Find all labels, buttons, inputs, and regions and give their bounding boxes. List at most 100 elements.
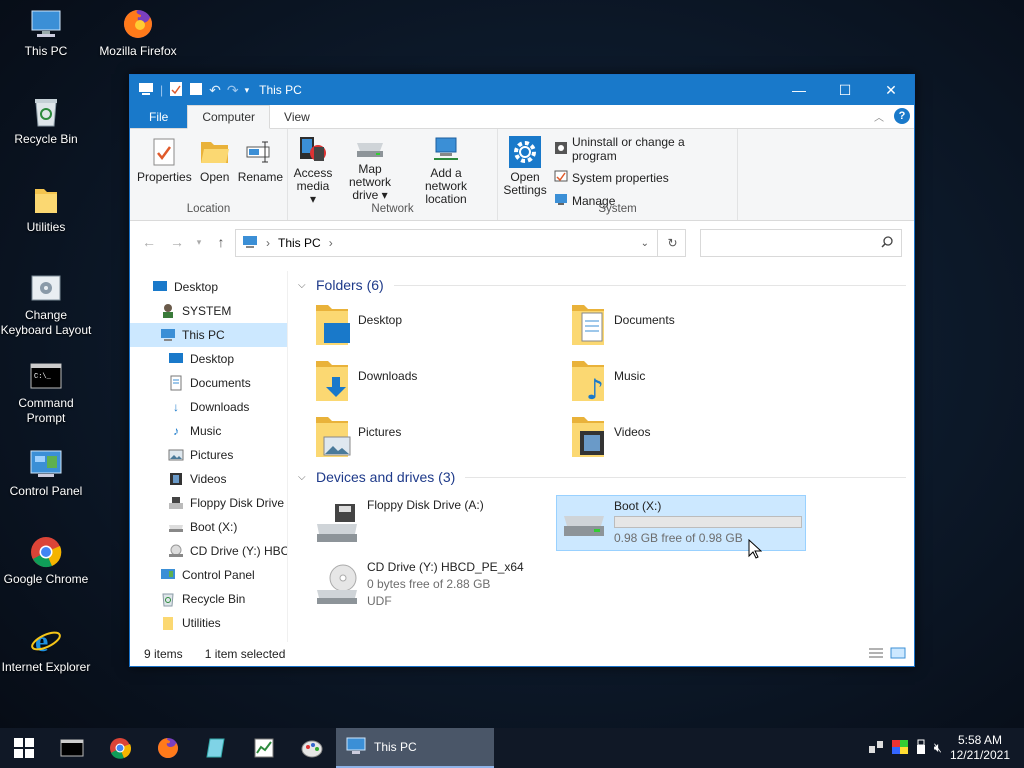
folder-documents[interactable]: Documents [568, 303, 824, 347]
volume-muted-icon[interactable]: 🔇︎ [934, 740, 942, 756]
uninstall-program-button[interactable]: Uninstall or change a program [554, 135, 727, 163]
nav-item-boot-drive[interactable]: Boot (X:) [130, 515, 287, 539]
folders-grid: Desktop Documents Downloads ♪ Music Pict… [298, 297, 914, 459]
desktop-icon-keyboard-layout[interactable]: Change Keyboard Layout [0, 272, 92, 338]
close-button[interactable]: ✕ [868, 75, 914, 105]
taskbar-task-manager[interactable] [240, 728, 288, 768]
recent-locations-button[interactable]: ▾ [194, 231, 204, 253]
map-network-drive-button[interactable]: Map network drive ▾ [334, 133, 406, 203]
network-icon[interactable] [868, 740, 884, 757]
taskbar-active-explorer[interactable]: This PC [336, 728, 494, 768]
desktop-icon-chrome[interactable]: Google Chrome [0, 536, 92, 587]
tab-computer[interactable]: Computer [187, 105, 271, 129]
taskbar-command-prompt[interactable] [48, 728, 96, 768]
open-settings-button[interactable]: Open Settings [502, 133, 548, 203]
task-manager-icon [254, 738, 274, 758]
command-prompt-icon [60, 739, 84, 757]
taskbar-chrome[interactable] [96, 728, 144, 768]
nav-item-cd-drive[interactable]: CD Drive (Y:) HBC [130, 539, 287, 563]
redo-icon[interactable]: ↷ [227, 82, 239, 99]
nav-item-desktop[interactable]: Desktop [130, 347, 287, 371]
properties-icon[interactable] [169, 81, 183, 100]
desktop-icon-command-prompt[interactable]: C:\_ Command Prompt [0, 360, 92, 426]
desktop-icon-internet-explorer[interactable]: e Internet Explorer [0, 624, 92, 675]
nav-item-downloads[interactable]: ↓ Downloads [130, 395, 287, 419]
desktop-icon-control-panel[interactable]: Control Panel [0, 448, 92, 499]
tab-view[interactable]: View [270, 105, 324, 128]
desktop-icon-utilities[interactable]: Utilities [0, 184, 92, 235]
chevron-down-icon[interactable]: ▾ [245, 85, 250, 96]
recycle-bin-icon [160, 591, 176, 607]
system-properties-button[interactable]: System properties [554, 169, 727, 186]
drive-cd[interactable]: CD Drive (Y:) HBCD_PE_x64 0 bytes free o… [310, 557, 556, 613]
devices-section-header[interactable]: ⌵ Devices and drives (3) [298, 465, 914, 489]
details-view-icon[interactable] [868, 647, 884, 662]
display-icon[interactable] [891, 739, 908, 757]
taskbar-firefox[interactable] [144, 728, 192, 768]
navigation-bar: ← → ▾ ↑ › This PC › ⌄ ↻ [130, 221, 914, 263]
desktop-icon-firefox[interactable]: Mozilla Firefox [92, 8, 184, 59]
music-folder-icon: ♪ [568, 359, 610, 406]
add-network-location-button[interactable]: Add a network location [406, 133, 486, 206]
documents-folder-icon [568, 303, 610, 347]
search-input[interactable] [700, 229, 902, 257]
new-folder-icon[interactable] [189, 82, 203, 99]
rename-button[interactable]: Rename [235, 133, 286, 203]
folder-pictures[interactable]: Pictures [312, 415, 568, 459]
folder-music[interactable]: ♪ Music [568, 359, 824, 406]
svg-text:C:\_: C:\_ [34, 373, 52, 381]
maximize-button[interactable]: ☐ [822, 75, 868, 105]
up-button[interactable]: ↑ [210, 231, 232, 253]
desktop-icon-this-pc[interactable]: This PC [0, 8, 92, 59]
folder-desktop[interactable]: Desktop [312, 303, 568, 347]
large-icons-view-icon[interactable] [890, 647, 906, 662]
chevron-down-icon[interactable]: ⌄ [641, 238, 649, 249]
desktop-icon-label: Control Panel [9, 484, 83, 498]
nav-item-videos[interactable]: Videos [130, 467, 287, 491]
minimize-button[interactable]: — [776, 75, 822, 105]
breadcrumb[interactable]: This PC [278, 236, 321, 250]
open-folder-icon [198, 135, 232, 169]
nav-item-control-panel[interactable]: Control Panel [130, 563, 287, 587]
access-media-button[interactable]: Access media ▾ [292, 133, 334, 206]
properties-button[interactable]: Properties [134, 133, 195, 203]
nav-item-system[interactable]: SYSTEM [130, 299, 287, 323]
drive-floppy[interactable]: Floppy Disk Drive (A:) [310, 495, 556, 551]
tab-file[interactable]: File [130, 105, 188, 128]
nav-item-desktop[interactable]: Desktop [130, 275, 287, 299]
taskbar-paint[interactable] [288, 728, 336, 768]
nav-item-pictures[interactable]: Pictures [130, 443, 287, 467]
open-button[interactable]: Open [195, 133, 235, 203]
drive-boot[interactable]: Boot (X:) 0.98 GB free of 0.98 GB [556, 495, 806, 551]
folders-section-header[interactable]: ⌵ Folders (6) [298, 273, 914, 297]
help-icon[interactable]: ? [894, 108, 910, 124]
taskbar-notepad[interactable] [192, 728, 240, 768]
title-bar[interactable]: | ↶ ↷ ▾ This PC — ☐ ✕ [130, 75, 914, 105]
nav-item-recycle-bin[interactable]: Recycle Bin [130, 587, 287, 611]
cd-drive-icon [168, 543, 184, 559]
refresh-button[interactable]: ↻ [657, 229, 687, 257]
collapse-ribbon-icon[interactable]: ︿ [874, 109, 884, 124]
desktop-icon-label: Recycle Bin [14, 132, 78, 146]
videos-folder-icon [568, 415, 610, 459]
back-button[interactable]: ← [138, 231, 160, 253]
forward-button[interactable]: → [166, 231, 188, 253]
undo-icon[interactable]: ↶ [209, 82, 221, 99]
nav-item-this-pc[interactable]: This PC [130, 323, 287, 347]
nav-item-floppy-drive[interactable]: Floppy Disk Drive [130, 491, 287, 515]
clock[interactable]: 5:58 AM 12/21/2021 [950, 733, 1010, 763]
nav-item-utilities[interactable]: Utilities [130, 611, 287, 635]
item-count: 9 items [144, 647, 183, 661]
chevron-down-icon: ⌵ [298, 279, 306, 291]
folder-downloads[interactable]: Downloads [312, 359, 568, 403]
nav-item-documents[interactable]: Documents [130, 371, 287, 395]
usb-icon[interactable] [916, 739, 926, 758]
this-pc-icon [160, 327, 176, 343]
address-bar[interactable]: › This PC › ⌄ [235, 229, 686, 257]
pictures-icon [168, 447, 184, 463]
folder-videos[interactable]: Videos [568, 415, 824, 459]
desktop-icon-recycle-bin[interactable]: Recycle Bin [0, 96, 92, 147]
nav-item-music[interactable]: ♪ Music [130, 419, 287, 443]
add-network-location-icon [429, 135, 463, 165]
start-button[interactable] [0, 728, 48, 768]
